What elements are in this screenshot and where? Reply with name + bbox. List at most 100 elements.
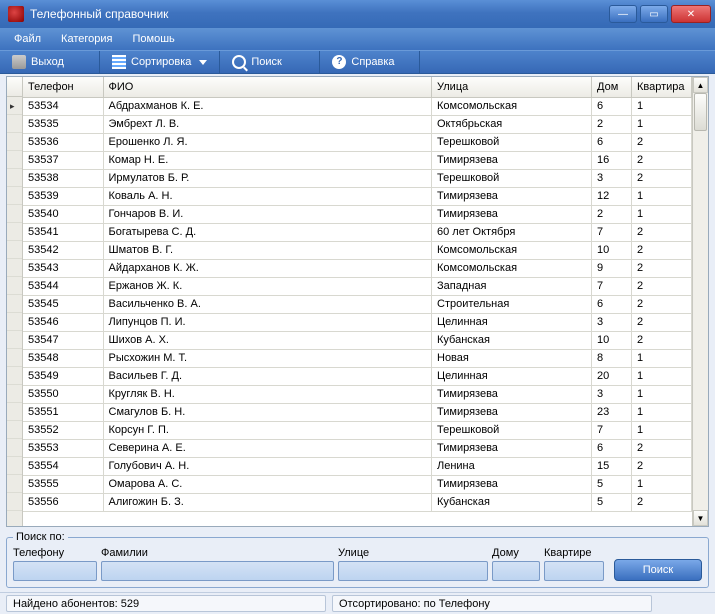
search-panel: Поиск по: Телефону Фамилии Улице Дому Кв… <box>6 531 709 588</box>
cell-fio: Васильченко В. А. <box>103 295 432 313</box>
col-flat[interactable]: Квартира <box>632 77 692 97</box>
cell-house: 2 <box>592 115 632 133</box>
search-house-input[interactable] <box>492 561 540 581</box>
cell-house: 6 <box>592 295 632 313</box>
gutter-cell <box>7 151 22 169</box>
table-row[interactable]: 53543Айдарханов К. Ж.Комсомольская92 <box>23 259 692 277</box>
scroll-down-button[interactable]: ▼ <box>693 510 708 526</box>
cell-house: 20 <box>592 367 632 385</box>
help-icon: ? <box>332 55 346 69</box>
cell-fio: Богатырева С. Д. <box>103 223 432 241</box>
cell-phone: 53543 <box>23 259 103 277</box>
search-street-input[interactable] <box>338 561 488 581</box>
maximize-button[interactable]: ▭ <box>640 5 668 23</box>
search-phone-input[interactable] <box>13 561 97 581</box>
cell-street: Терешковой <box>432 421 592 439</box>
table-row[interactable]: 53537Комар Н. Е.Тимирязева162 <box>23 151 692 169</box>
cell-phone: 53538 <box>23 169 103 187</box>
gutter-cell <box>7 277 22 295</box>
gutter-cell <box>7 169 22 187</box>
table-row[interactable]: 53554Голубович А. Н.Ленина152 <box>23 457 692 475</box>
scroll-thumb[interactable] <box>694 93 707 131</box>
exit-button[interactable]: Выход <box>0 51 100 73</box>
table-row[interactable]: 53544Ержанов Ж. К.Западная72 <box>23 277 692 295</box>
cell-street: Тимирязева <box>432 385 592 403</box>
cell-street: Тимирязева <box>432 439 592 457</box>
status-found-label: Найдено абонентов: <box>13 598 118 610</box>
cell-street: Комсомольская <box>432 97 592 115</box>
status-found: Найдено абонентов: 529 <box>6 595 326 612</box>
cell-flat: 1 <box>632 187 692 205</box>
col-fio[interactable]: ФИО <box>103 77 432 97</box>
table-row[interactable]: 53549Васильев Г. Д.Целинная201 <box>23 367 692 385</box>
row-gutter <box>7 77 23 526</box>
gutter-cell <box>7 241 22 259</box>
cell-phone: 53541 <box>23 223 103 241</box>
cell-house: 3 <box>592 385 632 403</box>
menu-category[interactable]: Категория <box>53 31 120 47</box>
do-search-button[interactable]: Поиск <box>614 559 702 581</box>
table-row[interactable]: 53539Коваль А. Н.Тимирязева121 <box>23 187 692 205</box>
cell-fio: Липунцов П. И. <box>103 313 432 331</box>
gutter-cell <box>7 457 22 475</box>
cell-phone: 53540 <box>23 205 103 223</box>
table-row[interactable]: 53546Липунцов П. И.Целинная32 <box>23 313 692 331</box>
cell-flat: 2 <box>632 493 692 511</box>
sort-button[interactable]: Сортировка <box>100 51 220 73</box>
row-marker <box>7 97 22 115</box>
cell-fio: Шматов В. Г. <box>103 241 432 259</box>
gutter-cell <box>7 223 22 241</box>
minimize-button[interactable]: — <box>609 5 637 23</box>
menu-help[interactable]: Помошь <box>124 31 182 47</box>
cell-fio: Корсун Г. П. <box>103 421 432 439</box>
table-row[interactable]: 53538Ирмулатов Б. Р.Терешковой32 <box>23 169 692 187</box>
cell-flat: 2 <box>632 133 692 151</box>
col-phone[interactable]: Телефон <box>23 77 103 97</box>
cell-flat: 1 <box>632 205 692 223</box>
table-row[interactable]: 53535Эмбрехт Л. В.Октябрьская21 <box>23 115 692 133</box>
cell-house: 3 <box>592 313 632 331</box>
cell-phone: 53556 <box>23 493 103 511</box>
search-label: Поиск <box>251 56 281 68</box>
close-button[interactable]: ✕ <box>671 5 711 23</box>
col-house[interactable]: Дом <box>592 77 632 97</box>
gutter-cell <box>7 385 22 403</box>
search-button[interactable]: Поиск <box>220 51 320 73</box>
scroll-up-button[interactable]: ▲ <box>693 77 708 93</box>
help-label: Справка <box>351 56 394 68</box>
table-row[interactable]: 53556Алигожин Б. З.Кубанская52 <box>23 493 692 511</box>
search-surname-input[interactable] <box>101 561 334 581</box>
table-row[interactable]: 53534Абдрахманов К. Е.Комсомольская61 <box>23 97 692 115</box>
gutter-cell <box>7 187 22 205</box>
table-row[interactable]: 53550Кругляк В. Н.Тимирязева31 <box>23 385 692 403</box>
vertical-scrollbar[interactable]: ▲ ▼ <box>692 77 708 526</box>
toolbar: Выход Сортировка Поиск ? Справка <box>0 50 715 74</box>
table-area: Телефон ФИО Улица Дом Квартира 53534Абдр… <box>23 77 692 526</box>
table-row[interactable]: 53547Шихов А. Х.Кубанская102 <box>23 331 692 349</box>
table-row[interactable]: 53555Омарова А. С.Тимирязева51 <box>23 475 692 493</box>
chevron-down-icon <box>199 60 207 65</box>
search-legend: Поиск по: <box>13 531 68 543</box>
table-row[interactable]: 53536Ерошенко Л. Я.Терешковой62 <box>23 133 692 151</box>
cell-street: Комсомольская <box>432 241 592 259</box>
search-flat-input[interactable] <box>544 561 604 581</box>
help-button[interactable]: ? Справка <box>320 51 420 73</box>
cell-house: 16 <box>592 151 632 169</box>
table-row[interactable]: 53541Богатырева С. Д.60 лет Октября72 <box>23 223 692 241</box>
cell-fio: Абдрахманов К. Е. <box>103 97 432 115</box>
menu-file[interactable]: Файл <box>6 31 49 47</box>
col-street[interactable]: Улица <box>432 77 592 97</box>
cell-phone: 53537 <box>23 151 103 169</box>
table-row[interactable]: 53548Рысхожин М. Т.Новая81 <box>23 349 692 367</box>
table-row[interactable]: 53552Корсун Г. П.Терешковой71 <box>23 421 692 439</box>
table-row[interactable]: 53551Смагулов Б. Н.Тимирязева231 <box>23 403 692 421</box>
table-row[interactable]: 53545Васильченко В. А.Строительная62 <box>23 295 692 313</box>
table-row[interactable]: 53553Северина А. Е.Тимирязева62 <box>23 439 692 457</box>
table-row[interactable]: 53542Шматов В. Г.Комсомольская102 <box>23 241 692 259</box>
table-row[interactable]: 53540Гончаров В. И.Тимирязева21 <box>23 205 692 223</box>
scroll-track[interactable] <box>693 93 708 510</box>
gutter-cell <box>7 439 22 457</box>
cell-house: 7 <box>592 421 632 439</box>
cell-street: Строительная <box>432 295 592 313</box>
cell-house: 3 <box>592 169 632 187</box>
